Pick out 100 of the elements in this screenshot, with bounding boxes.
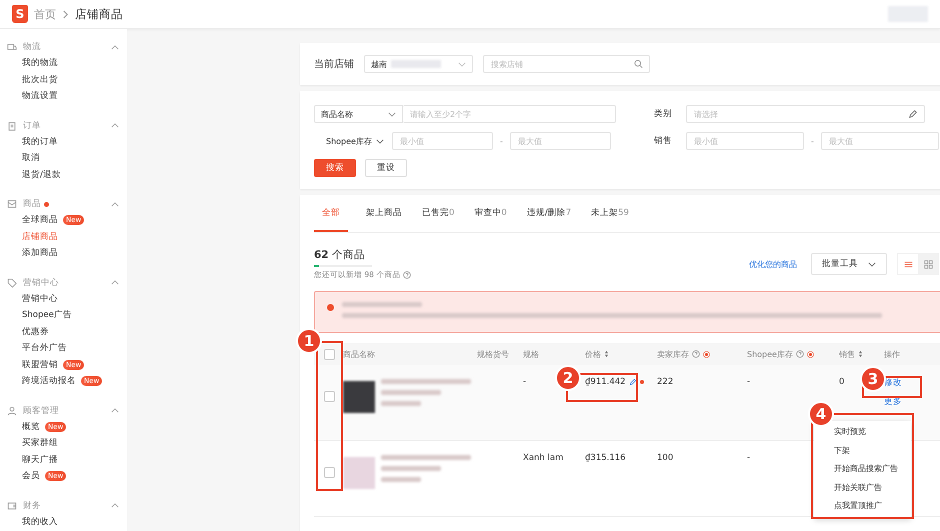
record-dot-icon xyxy=(703,350,710,358)
sidebar-item[interactable]: 优惠券 xyxy=(22,326,49,338)
menu-item[interactable]: 开始商品搜索广告 xyxy=(814,460,911,478)
menu-item[interactable]: 点我置顶推广 xyxy=(814,497,911,516)
help-icon xyxy=(796,350,804,358)
range-separator: - xyxy=(810,136,815,146)
sidebar-item[interactable]: 买家群组 xyxy=(22,437,58,450)
sales-text: 0 xyxy=(839,377,844,387)
sort-icon[interactable] xyxy=(858,350,863,358)
max-value-field[interactable]: 最大值 xyxy=(510,132,611,150)
sidebar-item[interactable]: 我的收入 xyxy=(22,516,58,528)
stock-text: - xyxy=(747,453,750,463)
sidebar-item[interactable]: 营销中心 xyxy=(22,292,58,305)
min-value-field[interactable]: 最小值 xyxy=(392,132,493,150)
person-icon xyxy=(7,406,17,416)
store-label: 当前店铺 xyxy=(314,58,354,71)
product-photo-placeholder xyxy=(343,457,375,489)
alert-dot xyxy=(327,304,334,311)
sidebar-item[interactable]: 我的物流 xyxy=(22,57,58,70)
filter-tab[interactable]: 违规/删除 7 xyxy=(524,195,574,232)
help-icon xyxy=(403,271,412,279)
product-photo-placeholder xyxy=(343,381,375,413)
category-field[interactable]: 请选择 xyxy=(686,105,925,123)
chevron-down-icon xyxy=(388,112,396,116)
column-header: 规格货号 xyxy=(477,348,509,360)
filter-tab[interactable]: 审查中 0 xyxy=(472,195,509,232)
record-dot-icon xyxy=(806,350,814,358)
box-icon xyxy=(7,199,17,209)
search-button[interactable]: 搜索 xyxy=(314,159,356,177)
row-checkbox[interactable] xyxy=(324,391,335,402)
sidebar-item[interactable]: 会员 xyxy=(22,470,40,482)
pencil-icon xyxy=(908,109,918,119)
sidebar-item[interactable]: Shopee广告 xyxy=(22,309,72,322)
column-header: Shopee库存 xyxy=(747,348,793,360)
sort-icon[interactable] xyxy=(604,350,609,358)
reset-button[interactable]: 重设 xyxy=(365,159,407,177)
filter-tab[interactable]: 未上架59 xyxy=(589,195,631,232)
chevron-up-icon[interactable] xyxy=(111,44,119,50)
sidebar-item[interactable]: 取消 xyxy=(22,152,40,164)
clipboard-icon xyxy=(7,120,17,130)
price-text: ₫315.116 xyxy=(585,453,626,463)
sidebar-item[interactable]: 物流设置 xyxy=(22,90,58,102)
row-checkbox[interactable] xyxy=(324,467,335,478)
variation-text: - xyxy=(523,377,526,387)
max-value-field[interactable]: 最大值 xyxy=(821,132,939,150)
stock-text: 100 xyxy=(657,453,674,463)
product-name-field[interactable]: 请输入至少2个字 xyxy=(403,105,616,123)
stock-text: 222 xyxy=(657,377,674,387)
chevron-up-icon[interactable] xyxy=(111,123,119,128)
sidebar-item[interactable]: 全球商品 xyxy=(22,214,58,226)
sidebar-item[interactable]: 店铺商品 xyxy=(22,230,58,243)
chevron-up-icon[interactable] xyxy=(111,202,119,206)
list-icon xyxy=(904,260,912,268)
field-type-select[interactable]: 商品名称 xyxy=(314,105,403,123)
store-select[interactable]: 越南 xyxy=(364,55,473,73)
stock-text: - xyxy=(747,377,750,387)
chevron-up-icon[interactable] xyxy=(111,280,119,285)
sidebar-item[interactable]: 联盟营销 xyxy=(22,358,58,371)
chevron-right-icon xyxy=(62,10,69,18)
filter-tab[interactable]: 已售完0 xyxy=(420,195,456,232)
select-all-checkbox[interactable] xyxy=(324,348,335,360)
column-header: 商品名称 xyxy=(343,348,375,360)
menu-item[interactable]: 下架 xyxy=(814,442,911,460)
shop-logo-icon: S xyxy=(12,5,28,23)
filter-tab[interactable]: 架上商品 xyxy=(364,195,404,232)
tag-icon xyxy=(7,278,17,288)
grid-icon xyxy=(924,260,932,268)
menu-item[interactable]: 开始关联广告 xyxy=(814,478,911,497)
chevron-up-icon[interactable] xyxy=(111,503,119,508)
sidebar-item[interactable]: 我的订单 xyxy=(22,136,58,148)
stock-type-select[interactable]: Shopee库存 xyxy=(314,136,392,146)
chevron-down-icon xyxy=(376,138,384,144)
column-header: 规格 xyxy=(523,348,539,360)
list-view-button[interactable] xyxy=(898,254,918,274)
variation-text: Xanh lam xyxy=(523,453,564,463)
min-value-field[interactable]: 最小值 xyxy=(686,132,804,150)
notification-dot xyxy=(44,202,49,206)
sidebar-item[interactable]: 聊天广播 xyxy=(22,454,58,466)
column-header: 卖家库存 xyxy=(657,348,689,360)
price-text: ₫911.442 xyxy=(585,377,626,387)
truck-icon xyxy=(7,42,17,52)
pencil-icon[interactable] xyxy=(628,378,637,386)
wallet-icon xyxy=(7,500,17,510)
breadcrumb-item: 店铺商品 xyxy=(75,6,123,22)
chevron-down-icon xyxy=(868,262,876,266)
range-separator: - xyxy=(499,136,504,146)
notification-dot xyxy=(640,380,644,384)
chevron-up-icon[interactable] xyxy=(111,408,119,413)
optimize-link[interactable]: 优化您的商品 xyxy=(749,258,797,270)
sidebar-item[interactable]: 概览 xyxy=(22,420,40,433)
column-header: 操作 xyxy=(884,348,900,360)
sidebar-item[interactable]: 添加商品 xyxy=(22,247,58,260)
sidebar-item[interactable]: 退货/退款 xyxy=(22,168,61,181)
sidebar-item[interactable]: 批次出货 xyxy=(22,74,58,86)
bulk-tools-button[interactable]: 批量工具 xyxy=(811,253,887,275)
filter-tab[interactable]: 全部 xyxy=(314,195,348,232)
product-count: 62 个商品 xyxy=(314,248,366,262)
sidebar-item[interactable]: 跨境活动报名 xyxy=(22,375,76,388)
store-search-field[interactable]: 搜索店铺 xyxy=(483,55,650,73)
sidebar-item[interactable]: 平台外广告 xyxy=(22,342,67,354)
